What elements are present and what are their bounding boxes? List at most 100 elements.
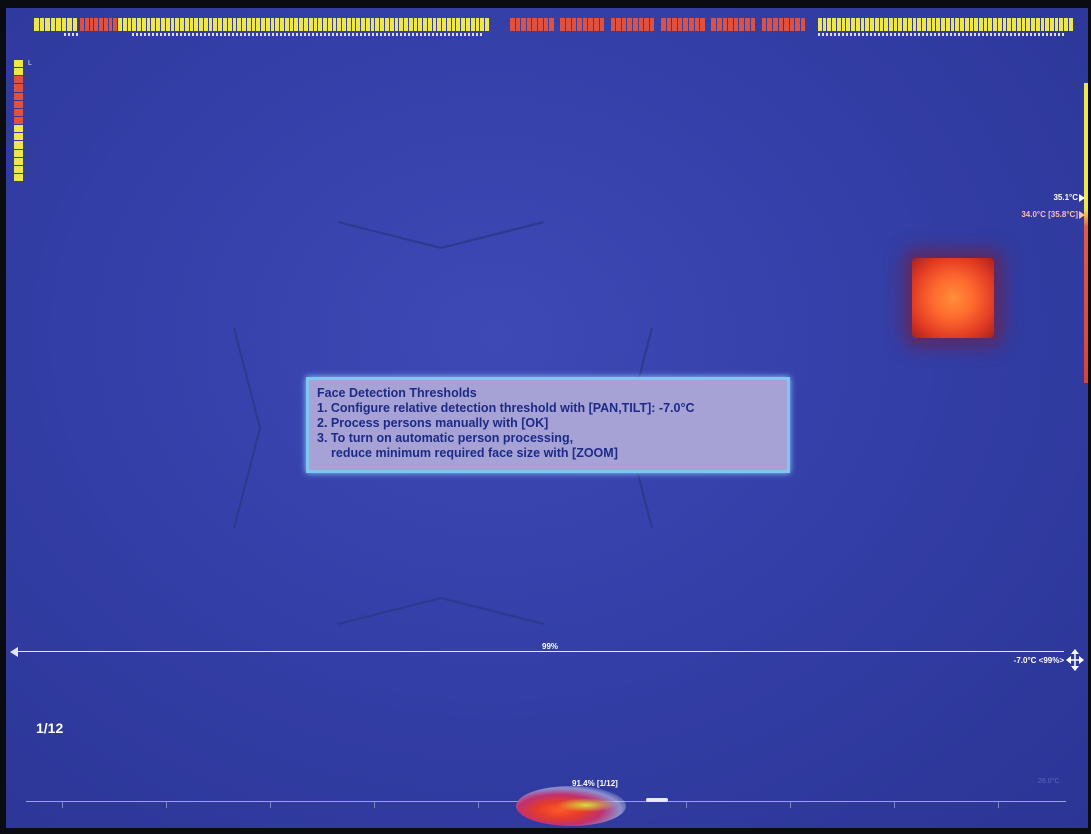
meter-tick	[476, 33, 478, 36]
meter-segment	[827, 18, 832, 31]
meter-tick	[408, 33, 410, 36]
meter-segment	[907, 18, 912, 31]
face-temperature-label: 34.0°C [35.8°C]	[1021, 210, 1078, 219]
meter-tick	[456, 33, 458, 36]
meter-segment	[649, 18, 655, 31]
meter-tick	[160, 33, 162, 36]
max-temperature-label: 35.1°C	[1053, 193, 1078, 202]
meter-segment	[303, 18, 308, 31]
dialog-line-3: 3. To turn on automatic person processin…	[317, 431, 574, 445]
meter-segment	[964, 18, 969, 31]
meter-segment	[510, 18, 515, 31]
meter-tick	[942, 33, 944, 36]
meter-segment	[385, 18, 389, 31]
meter-segment	[784, 18, 789, 31]
meter-tick	[926, 33, 928, 36]
meter-tick	[436, 33, 438, 36]
meter-segment	[694, 18, 700, 31]
meter-segment	[194, 18, 199, 31]
meter-segment	[750, 18, 756, 31]
meter-segment	[879, 18, 884, 31]
meter-tick	[1022, 33, 1024, 36]
meter-segment	[997, 18, 1002, 31]
meter-segment	[950, 18, 955, 31]
meter-tick	[1030, 33, 1032, 36]
histogram-peak	[556, 798, 616, 812]
dialog-title: Face Detection Thresholds	[317, 386, 477, 400]
meter-tick	[922, 33, 924, 36]
meter-tick	[212, 33, 214, 36]
meter-segment	[232, 18, 237, 31]
left-meter-cell	[14, 149, 23, 157]
meter-segment	[1035, 18, 1040, 31]
meter-tick	[352, 33, 354, 36]
meter-segment	[661, 18, 666, 31]
meter-segment	[728, 18, 733, 31]
meter-segment	[756, 18, 761, 31]
meter-segment	[917, 18, 922, 31]
page-counter: 1/12	[36, 720, 64, 736]
meter-segment	[870, 18, 874, 31]
histogram-marker[interactable]	[646, 798, 668, 802]
meter-tick	[344, 33, 346, 36]
meter-segment	[94, 18, 99, 31]
meter-segment	[722, 18, 728, 31]
meter-segment	[1021, 18, 1026, 31]
meter-tick	[886, 33, 888, 36]
meter-segment	[621, 18, 627, 31]
meter-tick	[276, 33, 278, 36]
meter-segment	[161, 18, 165, 31]
meter-segment	[543, 18, 549, 31]
meter-segment	[672, 18, 677, 31]
left-meter-cell	[14, 76, 23, 84]
meter-tick	[910, 33, 912, 36]
meter-segment	[175, 18, 180, 31]
threshold-line[interactable]	[16, 651, 1064, 652]
meter-tick	[272, 33, 274, 36]
meter-segment	[270, 18, 275, 31]
meter-segment	[571, 18, 577, 31]
meter-segment	[1068, 18, 1073, 31]
meter-segment	[818, 18, 822, 31]
meter-segment	[256, 18, 261, 31]
meter-segment	[151, 18, 156, 31]
four-way-arrow-icon[interactable]	[1066, 649, 1084, 671]
meter-segment	[337, 18, 342, 31]
meter-segment	[605, 18, 610, 31]
meter-tick	[464, 33, 466, 36]
meter-tick	[878, 33, 880, 36]
meter-segment	[1002, 18, 1007, 31]
meter-tick	[388, 33, 390, 36]
meter-segment	[284, 18, 289, 31]
meter-tick	[156, 33, 158, 36]
meter-segment	[170, 18, 175, 31]
meter-segment	[294, 18, 299, 31]
meter-segment	[644, 18, 649, 31]
meter-segment	[912, 18, 917, 31]
meter-tick	[76, 33, 78, 36]
meter-segment	[72, 18, 77, 31]
meter-segment	[461, 18, 466, 31]
meter-tick	[168, 33, 170, 36]
meter-segment	[610, 18, 616, 31]
meter-tick	[148, 33, 150, 36]
meter-tick	[440, 33, 442, 36]
histogram-tick	[374, 802, 375, 808]
meter-segment	[851, 18, 855, 31]
meter-segment	[655, 18, 660, 31]
meter-segment	[113, 18, 118, 31]
meter-tick	[830, 33, 832, 36]
meter-segment	[555, 18, 560, 31]
meter-segment	[118, 18, 122, 31]
meter-tick	[1062, 33, 1064, 36]
meter-segment	[370, 18, 375, 31]
meter-segment	[380, 18, 384, 31]
meter-tick	[1038, 33, 1040, 36]
meter-tick	[312, 33, 314, 36]
meter-tick	[264, 33, 266, 36]
meter-tick	[1054, 33, 1056, 36]
dialog-line-2: 2. Process persons manually with [OK]	[317, 416, 549, 430]
histogram-tick	[166, 802, 167, 808]
face-frame-guide-bottom	[337, 596, 545, 625]
meter-tick	[998, 33, 1000, 36]
